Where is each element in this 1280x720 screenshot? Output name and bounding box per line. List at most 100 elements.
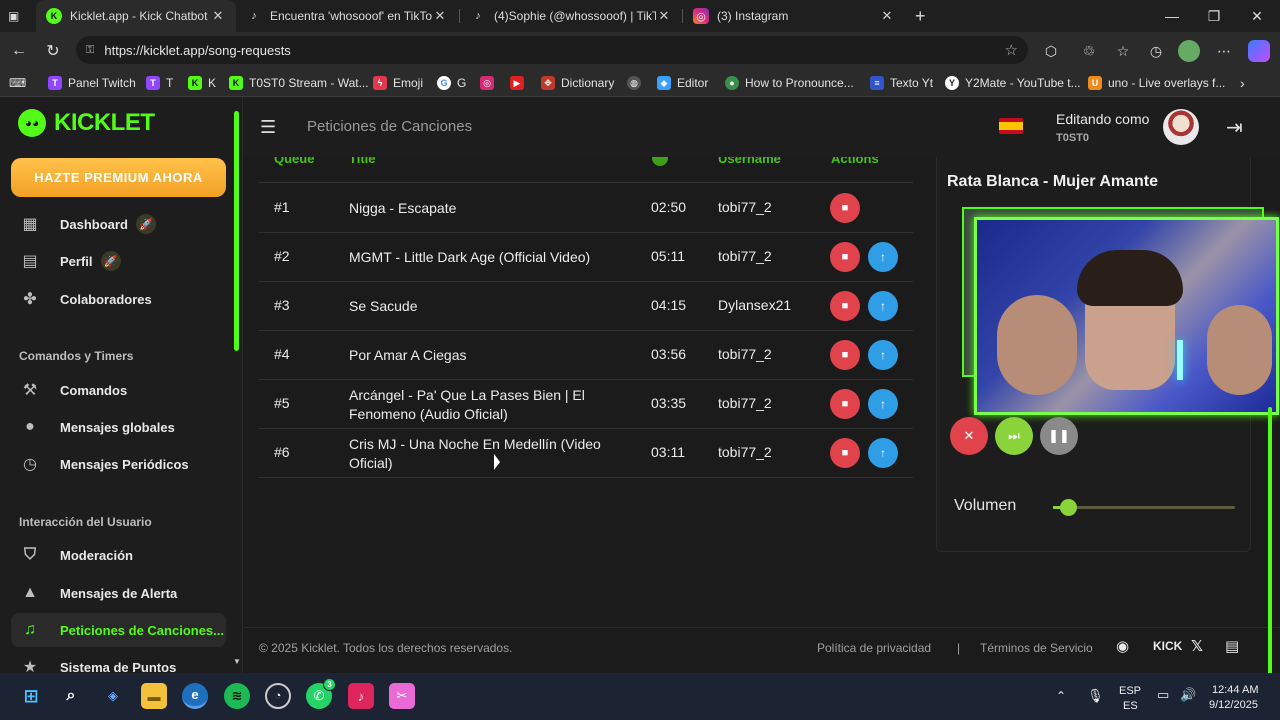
close-tab-icon[interactable]: ✕: [656, 8, 672, 24]
more-options-icon[interactable]: ⋯: [1213, 40, 1235, 62]
bookmark-item[interactable]: GG: [437, 74, 466, 92]
tab-kicklet[interactable]: K Kicklet.app - Kick Chatbot an ✕: [36, 0, 236, 32]
avatar[interactable]: [1163, 109, 1199, 145]
bookmark-item[interactable]: ϟ Emoji: [373, 74, 423, 92]
close-tab-icon[interactable]: ✕: [879, 8, 895, 24]
new-tab-button[interactable]: +: [910, 0, 936, 32]
extensions-icon[interactable]: ⬡: [1040, 40, 1062, 62]
bookmark-item[interactable]: ◎: [480, 74, 500, 92]
tiktok-app-icon[interactable]: ♪: [348, 683, 374, 709]
language-top[interactable]: ESP: [1119, 685, 1141, 697]
sidebar-item-mensajes-alerta[interactable]: ▲ Mensajes de Alerta: [11, 576, 226, 610]
bookmark-item[interactable]: T Panel Twitch: [48, 74, 136, 92]
whatsapp-icon[interactable]: ✆ 3: [306, 678, 336, 709]
profile-avatar-icon[interactable]: [1178, 40, 1200, 62]
minimize-icon[interactable]: —: [1151, 0, 1193, 32]
capcut-icon[interactable]: ✂: [389, 683, 415, 709]
favorites-icon[interactable]: ☆: [1112, 40, 1134, 62]
delete-button[interactable]: ■: [830, 242, 860, 272]
back-arrow-icon[interactable]: ←: [6, 38, 32, 64]
edge-browser-icon[interactable]: e: [182, 683, 208, 709]
close-tab-icon[interactable]: ✕: [210, 8, 226, 24]
sidebar-item-moderacion[interactable]: ⛉ Moderación: [11, 538, 226, 572]
tab-tiktok-search[interactable]: ♪ Encuentra 'whosooof' en TikTok | ✕: [236, 0, 458, 32]
x-twitter-icon[interactable]: 𝕏: [1191, 637, 1203, 655]
sidebar-item-mensajes-globales[interactable]: ● Mensajes globales: [11, 410, 226, 444]
scroll-down-arrow-icon[interactable]: ▼: [233, 657, 241, 666]
sidebar-item-colaboradores[interactable]: ✤ Colaboradores: [11, 282, 226, 316]
bookmark-item[interactable]: TT: [146, 74, 173, 92]
sidebar-item-peticiones[interactable]: ♫ Peticiones de Canciones...: [11, 613, 226, 647]
page-scrollbar[interactable]: [1268, 407, 1272, 673]
delete-button[interactable]: ■: [830, 438, 860, 468]
logout-icon[interactable]: ⇥: [1226, 115, 1243, 140]
move-up-button[interactable]: ↑: [868, 340, 898, 370]
reload-icon[interactable]: ↻: [40, 38, 66, 64]
tab-tiktok-profile[interactable]: ♪ (4)Sophie (@whossooof) | TikTok ✕: [460, 0, 682, 32]
kick-link[interactable]: KICK: [1153, 639, 1182, 653]
ai-app-icon[interactable]: ◈: [100, 683, 126, 709]
move-up-button[interactable]: ↑: [868, 438, 898, 468]
delete-button[interactable]: ■: [830, 291, 860, 321]
bookmark-item[interactable]: KK: [188, 74, 216, 92]
obs-icon[interactable]: ◔: [265, 683, 291, 709]
menu-toggle-icon[interactable]: ☰: [260, 117, 276, 138]
browser-essentials-icon[interactable]: ♲: [1078, 40, 1100, 62]
restore-icon[interactable]: ❐: [1193, 0, 1235, 32]
bookmark-item[interactable]: ≡ Texto Yt: [870, 74, 933, 92]
delete-button[interactable]: ■: [830, 340, 860, 370]
terms-link[interactable]: Términos de Servicio: [980, 641, 1093, 655]
premium-button[interactable]: HAZTE PREMIUM AHORA: [11, 158, 226, 197]
show-hidden-icons-chevron[interactable]: ⌃: [1056, 689, 1066, 703]
discord-icon[interactable]: ◉: [1116, 637, 1129, 655]
pause-button[interactable]: ❚❚: [1040, 417, 1078, 455]
tab-instagram[interactable]: ◎ (3) Instagram ✕: [683, 0, 905, 32]
delete-button[interactable]: ■: [830, 193, 860, 223]
close-tab-icon[interactable]: ✕: [432, 8, 448, 24]
volume-slider[interactable]: [1053, 499, 1235, 516]
sidebar-item-sistema-puntos[interactable]: ★ Sistema de Puntos: [11, 650, 226, 673]
clock-date[interactable]: 9/12/2025: [1209, 699, 1258, 711]
move-up-button[interactable]: ↑: [868, 242, 898, 272]
sidebar-item-comandos[interactable]: ⚒ Comandos: [11, 373, 226, 407]
bookmark-item[interactable]: ▶: [510, 74, 530, 92]
history-icon[interactable]: ◷: [1145, 40, 1167, 62]
file-explorer-icon[interactable]: ▬: [141, 683, 167, 709]
volume-handle[interactable]: [1059, 499, 1077, 516]
bookmarks-toggle-icon[interactable]: ⌨: [9, 74, 26, 92]
sidebar-scrollbar[interactable]: [234, 111, 239, 351]
microphone-icon[interactable]: 🎙: [1087, 688, 1104, 704]
spain-flag-icon[interactable]: [999, 118, 1023, 134]
bookmark-item[interactable]: Y Y2Mate - YouTube t...: [945, 74, 1081, 92]
bookmark-item[interactable]: ◆ Editor: [657, 74, 708, 92]
clock-time[interactable]: 12:44 AM: [1212, 684, 1258, 696]
bookmark-item[interactable]: ◍: [627, 74, 647, 92]
speaker-icon[interactable]: 🔊: [1180, 687, 1196, 703]
skip-button[interactable]: ⏭: [995, 417, 1033, 455]
bookmark-item[interactable]: K T0ST0 Stream - Wat...: [229, 74, 369, 92]
document-icon[interactable]: ▤: [1225, 637, 1239, 655]
address-bar[interactable]: ⚿ https://kicklet.app/song-requests ☆: [76, 36, 1028, 64]
bookmark-item[interactable]: Uuno - Live overlays f...: [1088, 74, 1225, 92]
delete-button[interactable]: ■: [830, 389, 860, 419]
copilot-icon[interactable]: [1248, 40, 1270, 62]
privacy-link[interactable]: Política de privacidad: [817, 641, 931, 655]
sidebar-item-dashboard[interactable]: ▦ Dashboard 🚀: [11, 207, 226, 241]
move-up-button[interactable]: ↑: [868, 291, 898, 321]
kicklet-logo[interactable]: ◕◕ KICKLET: [18, 109, 155, 137]
stop-button[interactable]: ✕: [950, 417, 988, 455]
move-up-button[interactable]: ↑: [868, 389, 898, 419]
favorite-star-icon[interactable]: ☆: [1005, 41, 1018, 59]
browser-menu-icon[interactable]: ▣: [0, 0, 19, 32]
search-icon[interactable]: ⌕: [58, 683, 84, 709]
spotify-icon[interactable]: ≋: [224, 683, 250, 709]
sidebar-item-mensajes-periodicos[interactable]: ◷ Mensajes Periódicos: [11, 447, 226, 481]
close-window-icon[interactable]: ✕: [1236, 0, 1278, 32]
windows-start-icon[interactable]: ⊞: [18, 683, 44, 709]
network-icon[interactable]: ▭: [1157, 687, 1169, 703]
more-bookmarks-chevron-icon[interactable]: ›: [1240, 74, 1245, 92]
site-info-icon[interactable]: ⚿: [86, 44, 94, 57]
bookmark-item[interactable]: ● How to Pronounce...: [725, 74, 854, 92]
bookmark-item[interactable]: ✥ Dictionary: [541, 74, 614, 92]
sidebar-item-perfil[interactable]: ▤ Perfil 🚀: [11, 244, 226, 278]
